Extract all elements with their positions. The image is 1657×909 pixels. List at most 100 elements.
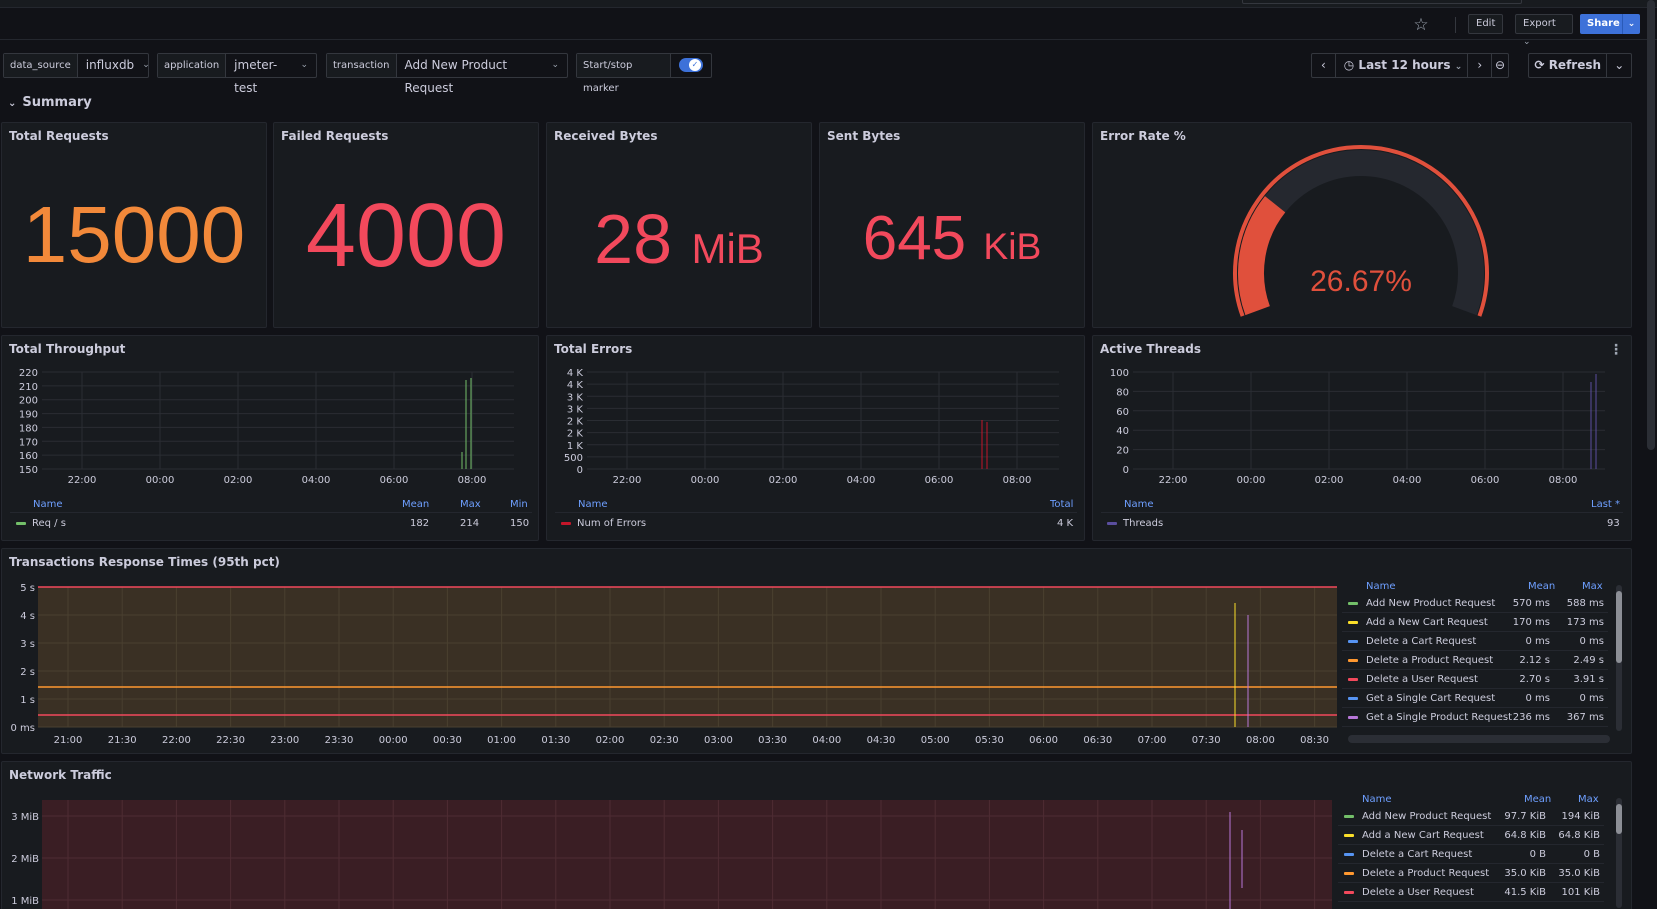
series-name: Get a Single Product Request	[1366, 712, 1512, 723]
legend-row[interactable]: Get a Single Product Request 236 ms 367 ms	[1342, 709, 1608, 727]
legend-header-max: Max	[1582, 581, 1603, 592]
panel-error-rate[interactable]: Error Rate % 26.67%	[1092, 122, 1632, 328]
legend-row[interactable]: Add a New Cart Request 170 ms 173 ms	[1342, 614, 1608, 632]
legend-row[interactable]: Delete a Cart Request 0 B 0 B	[1338, 846, 1604, 864]
series-max: 194 KiB	[1561, 811, 1600, 822]
series-mean: 0 ms	[1525, 693, 1551, 704]
star-icon[interactable]: ☆	[1410, 14, 1432, 36]
y-tick-label: 2 s	[20, 667, 35, 678]
legend-h-scrollbar[interactable]	[1348, 735, 1610, 743]
series-name: Threads	[1123, 518, 1164, 529]
y-tick-label: 180	[19, 423, 38, 434]
x-tick-label: 04:00	[1393, 475, 1422, 486]
variable-data-source[interactable]: data_source influxdb ⌄	[3, 53, 150, 78]
legend-row[interactable]: Delete a Product Request 35.0 KiB 35.0 KiB	[1338, 865, 1604, 883]
threshold-band	[38, 587, 1337, 727]
row-summary[interactable]: ⌄ Summary	[8, 95, 92, 110]
series-swatch	[561, 521, 571, 525]
legend-header-mean: Mean	[1528, 581, 1556, 592]
chevron-down-icon[interactable]: ⌄	[1622, 14, 1640, 34]
y-tick-label: 190	[19, 410, 38, 421]
edit-button[interactable]: Edit	[1468, 14, 1504, 34]
page-scrollbar[interactable]	[1647, 0, 1655, 450]
gauge-chart: 26.67%	[1233, 145, 1489, 317]
legend-row[interactable]: Add a New Cart Request 64.8 KiB 64.8 KiB	[1338, 827, 1604, 845]
variable-transaction[interactable]: transaction Add New Product Request ⌄	[326, 53, 568, 95]
panel-title: Active Threads	[1100, 342, 1202, 356]
stat-value: 28 MiB	[547, 199, 811, 279]
refresh-picker: ⟳ Refresh ⌄	[1528, 53, 1632, 78]
legend-row[interactable]: Add New Product Request 97.7 KiB 194 KiB	[1338, 808, 1604, 826]
legend-row[interactable]: Delete a Cart Request 0 ms 0 ms	[1342, 633, 1608, 651]
x-tick-label: 07:00	[1138, 735, 1167, 746]
y-tick-label: 40	[1116, 426, 1129, 437]
series-max: 35.0 KiB	[1558, 868, 1600, 879]
x-tick-label: 03:00	[704, 735, 733, 746]
x-tick-label: 22:00	[162, 735, 191, 746]
legend-last-value: 93	[1607, 518, 1620, 529]
x-tick-label: 21:00	[54, 735, 83, 746]
legend-row[interactable]: Delete a User Request 2.70 s 3.91 s	[1342, 671, 1608, 689]
scrollbar-thumb[interactable]	[1616, 591, 1622, 663]
stat-number: 28	[594, 200, 673, 278]
share-button[interactable]: Share ⌄	[1580, 14, 1640, 34]
chevron-down-icon: ⌄	[300, 60, 308, 70]
series-mean: 236 ms	[1512, 712, 1550, 723]
x-tick-label: 08:00	[1246, 735, 1275, 746]
panel-sent-bytes[interactable]: Sent Bytes 645 KiB	[819, 122, 1085, 328]
zoom-out-icon[interactable]: ⊖	[1492, 54, 1508, 77]
series-mean: 570 ms	[1512, 598, 1550, 609]
y-tick-label: 220	[19, 368, 38, 379]
refresh-button[interactable]: ⟳ Refresh	[1529, 54, 1608, 77]
legend-item[interactable]: Num of Errors	[561, 518, 646, 529]
series-max: 0 B	[1583, 849, 1600, 860]
panel-received-bytes[interactable]: Received Bytes 28 MiB	[546, 122, 812, 328]
toggle-switch[interactable]	[679, 58, 703, 72]
legend-total-value: 4 K	[1057, 518, 1074, 529]
chevron-down-icon: ⌄	[8, 98, 17, 109]
panel-network-traffic[interactable]: Network Traffic 3 MiB 2 MiB 1 MiB Name Mea…	[1, 761, 1632, 909]
chevron-down-icon[interactable]: ⌄	[1607, 54, 1631, 77]
legend-header-name: Name	[1124, 499, 1154, 510]
panel-active-threads[interactable]: Active Threads ⋮ 100 80 60 40 20 0 22:00 00:00 0…	[1092, 335, 1632, 541]
top-nav-bar	[0, 0, 1657, 8]
panel-response-times[interactable]: Transactions Response Times (95th pct) 5…	[1, 548, 1632, 754]
start-stop-marker-toggle[interactable]: Start/stop marker	[576, 53, 712, 94]
variable-application[interactable]: application jmeter-test ⌄	[157, 53, 317, 95]
throughput-chart: 220 210 200 190 180 170 160 150 22:00 00:00 02:00 0…	[19, 368, 514, 486]
scrollbar-thumb[interactable]	[1616, 804, 1622, 834]
series-name: Add New Product Request	[1362, 811, 1492, 822]
series-max: 2.49 s	[1573, 655, 1604, 666]
chevron-left-icon[interactable]: ‹	[1312, 54, 1336, 77]
chevron-right-icon[interactable]: ›	[1468, 54, 1493, 77]
series-swatch	[1348, 621, 1358, 624]
series-swatch	[1344, 891, 1354, 894]
panel-total-throughput[interactable]: Total Throughput 220 210 200 190 180 170 160 15…	[1, 335, 539, 541]
series-mean: 0 ms	[1525, 636, 1551, 647]
panel-total-requests[interactable]: Total Requests 15000	[1, 122, 267, 328]
row-title-text: Summary	[22, 95, 92, 110]
panel-failed-requests[interactable]: Failed Requests 4000	[273, 122, 539, 328]
x-tick-label: 02:30	[650, 735, 679, 746]
time-range-button[interactable]: ◷ Last 12 hours ⌄	[1336, 54, 1469, 77]
legend-scrollbar[interactable]	[1616, 585, 1622, 731]
clock-icon: ◷	[1343, 58, 1355, 72]
legend-header-total: Total	[1050, 499, 1074, 510]
legend-item[interactable]: Threads	[1107, 518, 1163, 529]
response-times-legend: Name Mean Max Add New Product Request 570…	[1342, 581, 1612, 731]
legend-row[interactable]: Add New Product Request 570 ms 588 ms	[1342, 595, 1608, 613]
menu-kebab-icon[interactable]: ⋮	[1609, 342, 1623, 358]
legend-item[interactable]: Req / s	[16, 518, 66, 529]
x-tick-label: 01:00	[487, 735, 516, 746]
panel-title: Received Bytes	[554, 129, 658, 143]
legend-row[interactable]: Delete a User Request 41.5 KiB 101 KiB	[1338, 884, 1604, 902]
variable-value: Add New Product Request ⌄	[397, 54, 568, 95]
legend-row[interactable]: Delete a Product Request 2.12 s 2.49 s	[1342, 652, 1608, 670]
export-label: Export	[1523, 18, 1556, 29]
legend-scrollbar[interactable]	[1616, 798, 1622, 908]
search-box[interactable]	[1242, 0, 1522, 4]
panel-total-errors[interactable]: Total Errors 4 K4 K3 K3 K2 K2 K1 K 500 0 22…	[546, 335, 1085, 541]
y-tick-label: 20	[1116, 446, 1129, 457]
export-button[interactable]: Export ⌄	[1515, 14, 1573, 47]
legend-row[interactable]: Get a Single Cart Request 0 ms 0 ms	[1342, 690, 1608, 708]
